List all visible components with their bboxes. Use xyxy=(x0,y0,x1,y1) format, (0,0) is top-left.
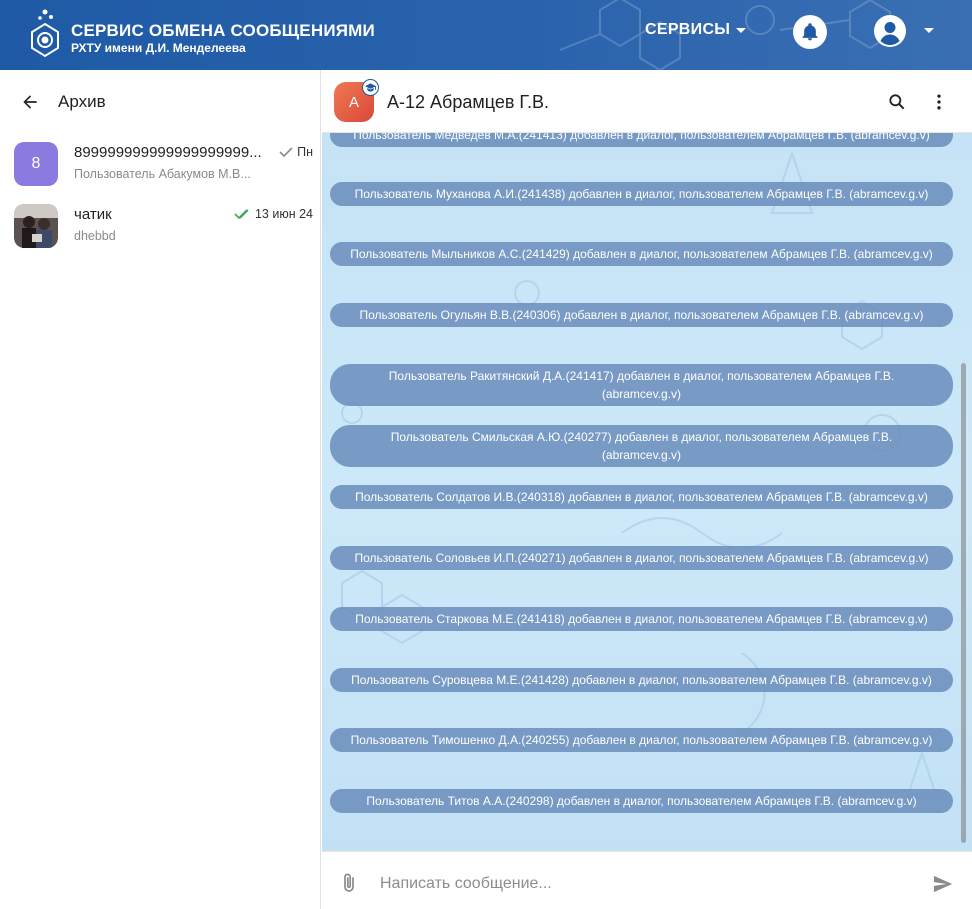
top-header: СЕРВИС ОБМЕНА СООБЩЕНИЯМИ РХТУ имени Д.И… xyxy=(0,0,972,70)
chat-name: 899999999999999999999... xyxy=(74,144,262,161)
search-button[interactable] xyxy=(885,90,909,114)
chat-date: Пн xyxy=(297,145,313,159)
graduation-cap-icon xyxy=(362,79,379,96)
message-list[interactable]: Пользователь Медведев М.А.(241413) добав… xyxy=(322,133,972,851)
notifications-button[interactable] xyxy=(793,15,827,49)
search-icon xyxy=(889,94,905,110)
system-message: Пользователь Солдатов И.В.(240318) добав… xyxy=(330,485,953,509)
message-composer xyxy=(322,851,972,909)
chevron-down-icon[interactable] xyxy=(924,28,934,33)
brand: СЕРВИС ОБМЕНА СООБЩЕНИЯМИ РХТУ имени Д.И… xyxy=(71,21,375,55)
chat-header: А А-12 Абрамцев Г.В. xyxy=(322,70,972,133)
more-options-button[interactable] xyxy=(927,90,951,114)
bell-icon xyxy=(802,23,818,41)
system-message: Пользователь Тимошенко Д.А.(240255) доба… xyxy=(330,728,953,752)
brand-title: СЕРВИС ОБМЕНА СООБЩЕНИЯМИ xyxy=(71,21,375,40)
avatar: 8 xyxy=(14,142,58,186)
chat-last-message: Пользователь Абакумов М.В... xyxy=(74,167,251,181)
system-message: Пользователь Медведев М.А.(241413) добав… xyxy=(330,133,953,147)
chat-last-message: dhebbd xyxy=(74,229,116,243)
sidebar-header: Архив xyxy=(0,70,320,134)
more-vertical-icon xyxy=(937,94,941,110)
send-icon[interactable] xyxy=(932,874,954,894)
services-label: СЕРВИСЫ xyxy=(645,21,731,38)
message-input[interactable] xyxy=(380,870,910,898)
scrollbar[interactable] xyxy=(961,363,966,843)
chat-title[interactable]: А-12 Абрамцев Г.В. xyxy=(387,92,549,113)
chat-list-item[interactable]: чатик dhebbd 13 июн 24 xyxy=(0,196,321,258)
logo-icon xyxy=(31,9,59,58)
account-icon[interactable] xyxy=(874,15,906,47)
sidebar: Архив 8 899999999999999999999... Пользов… xyxy=(0,70,321,909)
system-message: Пользователь Ракитянский Д.А.(241417) до… xyxy=(330,364,953,406)
brand-subtitle: РХТУ имени Д.И. Менделеева xyxy=(71,41,246,55)
system-message: Пользователь Огульян В.В.(240306) добавл… xyxy=(330,303,953,327)
arrow-back-icon[interactable] xyxy=(20,92,40,112)
system-message: Пользователь Мыльников А.С.(241429) доба… xyxy=(330,242,953,266)
check-icon xyxy=(279,147,293,158)
chat-list-item[interactable]: 8 899999999999999999999... Пользователь … xyxy=(0,134,321,196)
system-message: Пользователь Соловьев И.П.(240271) добав… xyxy=(330,546,953,570)
system-message: Пользователь Титов А.А.(240298) добавлен… xyxy=(330,789,953,813)
double-check-icon xyxy=(234,209,249,220)
sidebar-title: Архив xyxy=(58,92,106,111)
chat-date: 13 июн 24 xyxy=(254,207,313,221)
chat-name: чатик xyxy=(74,206,112,223)
system-message: Пользователь Смильская А.Ю.(240277) доба… xyxy=(330,425,953,467)
system-message: Пользователь Муханова А.И.(241438) добав… xyxy=(330,182,953,206)
chat-meta: 13 июн 24 xyxy=(234,207,313,221)
chevron-down-icon xyxy=(736,27,747,33)
system-message: Пользователь Суровцева М.Е.(241428) доба… xyxy=(330,668,953,692)
chat-meta: Пн xyxy=(279,145,313,159)
avatar xyxy=(14,204,58,248)
system-message: Пользователь Старкова М.Е.(241418) добав… xyxy=(330,607,953,631)
paperclip-icon[interactable] xyxy=(340,872,360,894)
services-menu-button[interactable]: СЕРВИСЫ xyxy=(645,21,747,39)
